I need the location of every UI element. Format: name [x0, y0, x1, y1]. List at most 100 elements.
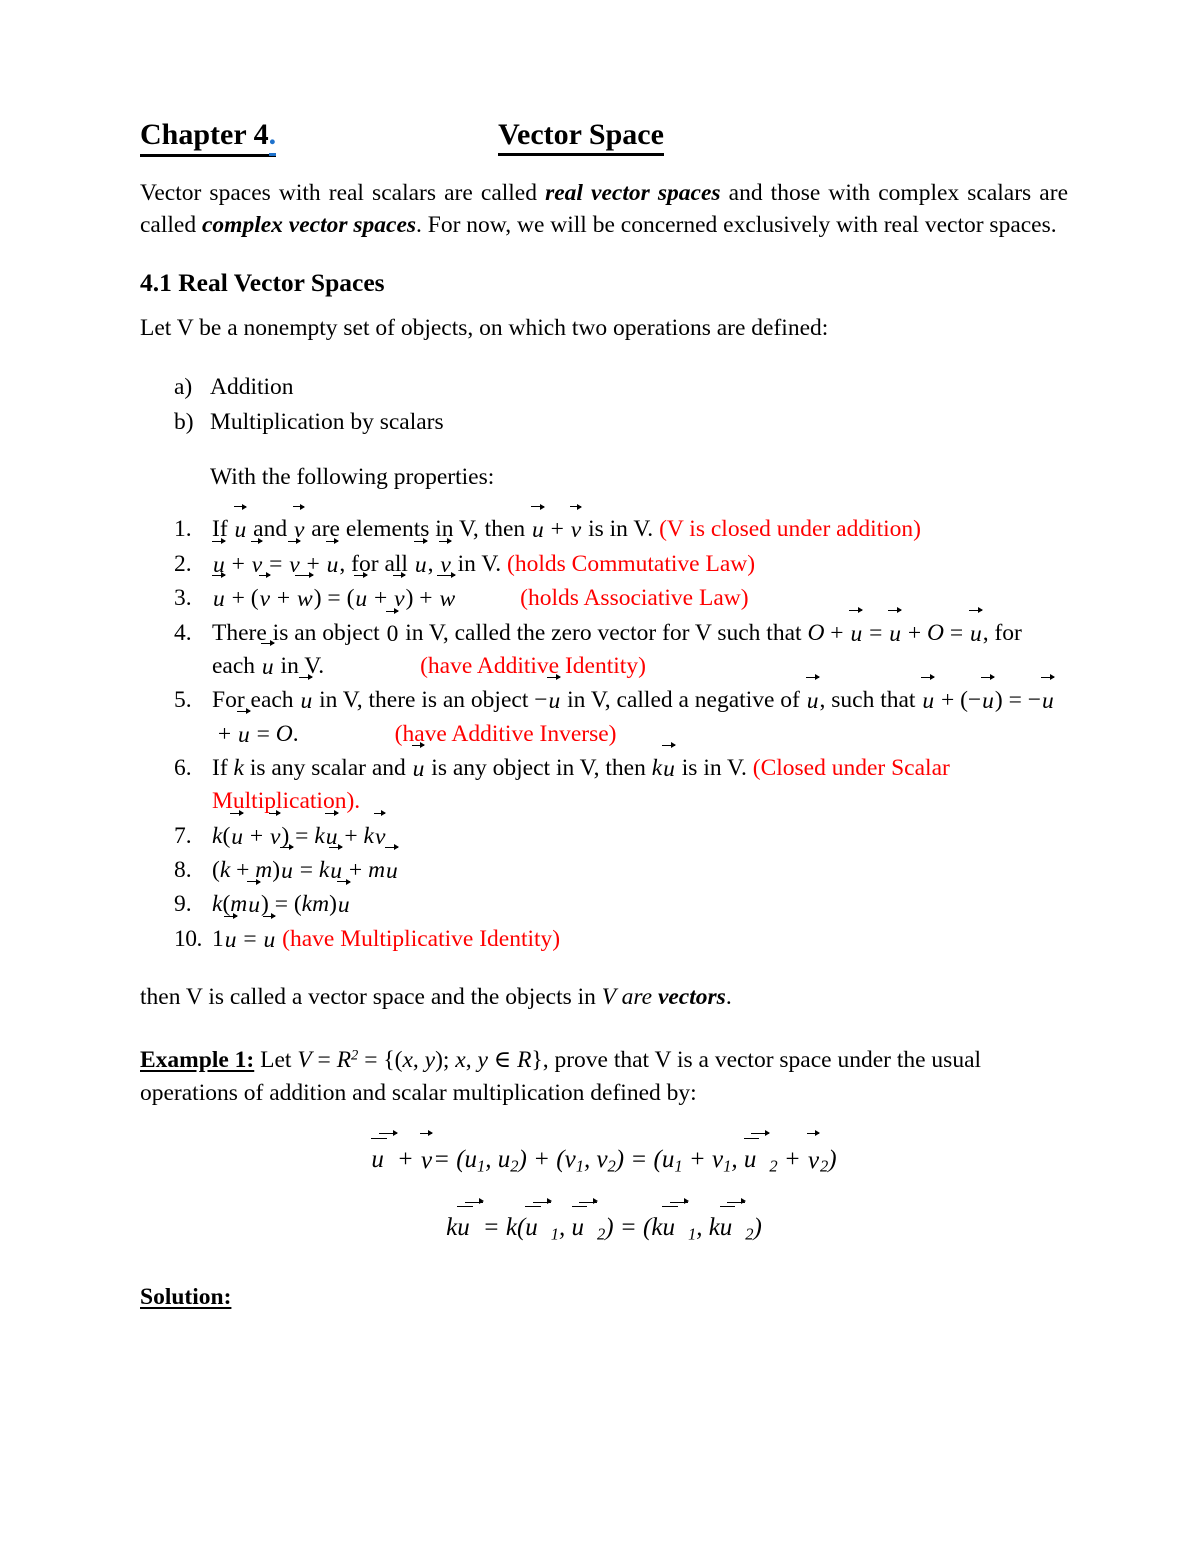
vector-v-glyph: v — [250, 537, 264, 581]
vector-u-glyph: u — [662, 742, 676, 785]
property-item-4: 4. There is an object 0 in V, called the… — [140, 606, 1068, 684]
math-k: k — [505, 1214, 517, 1242]
math-k: k — [651, 754, 663, 781]
vector-v-glyph: v — [269, 809, 282, 853]
operation-label-scalar-mult: Multiplication by scalars — [210, 408, 444, 435]
math-v2: v2 — [596, 1145, 616, 1176]
vector-u-glyph: u — [233, 503, 248, 546]
vector-u-bar-glyph: u — [525, 1198, 552, 1247]
vector-v-glyph: v — [419, 1130, 434, 1179]
equation-scalar-multiplication: ku = k(u 1, u 2) = (ku 1, ku 2) — [140, 1198, 1068, 1247]
property-annotation: (Closed under Scalar Multiplication). — [212, 754, 950, 815]
math-k: k — [651, 1214, 663, 1242]
vector-u-glyph: u — [547, 674, 561, 717]
vector-u-glyph: u — [1041, 674, 1055, 717]
property-body: If u and v are elements in V, then u + v… — [212, 503, 1068, 546]
math-u1: u1 — [661, 1145, 683, 1176]
list-marker: 6. — [174, 754, 192, 781]
property-body: For each u in V, there is an object −u i… — [212, 674, 1068, 751]
closing-emphasis-bold: vectors — [657, 984, 726, 1011]
vector-u-glyph: u — [336, 878, 351, 921]
math-u2: u2 — [497, 1145, 519, 1176]
vector-u-glyph: u — [531, 503, 545, 546]
vector-u-glyph: u — [805, 674, 820, 717]
vector-u-glyph: u — [385, 844, 399, 887]
math-exponent: 2 — [351, 1047, 359, 1064]
property-item-9: 9. k(mu) = (km)u — [140, 878, 1068, 921]
property-annotation: (have Additive Inverse) — [394, 720, 617, 747]
math-m: m — [312, 891, 330, 918]
vector-u-glyph: u — [968, 606, 983, 650]
list-marker: 4. — [174, 619, 192, 646]
property-annotation: (holds Associative Law) — [520, 585, 749, 612]
vector-u-glyph: u — [237, 707, 251, 751]
page-title: Vector Space — [498, 118, 664, 156]
document-header: Chapter 4. Vector Space — [140, 118, 1068, 164]
example-paragraph: Example 1: Let V = R2 = {(x, y); x, y ∈ … — [140, 1047, 982, 1107]
vector-u-glyph: u — [247, 878, 261, 921]
zero-vector-glyph: 0 — [385, 607, 400, 650]
list-item: a) Addition — [140, 370, 1068, 404]
math-k: k — [363, 822, 374, 849]
chapter-title: Chapter 4. — [140, 118, 277, 157]
closing-text-2: . — [725, 984, 732, 1011]
vector-v-glyph: v — [373, 809, 387, 853]
vector-u-bar-glyph: u — [743, 1129, 771, 1179]
vector-u-glyph: u — [921, 674, 935, 717]
math-k: k — [219, 857, 231, 884]
property-item-5: 5. For each u in V, there is an object −… — [140, 674, 1068, 751]
vector-w-glyph: w — [437, 572, 456, 615]
vector-u-glyph: u — [280, 844, 294, 887]
list-marker: 8. — [174, 857, 192, 884]
property-annotation: (holds Commutative Law) — [507, 550, 756, 577]
property-item-3: 3. u + (v + w) = (u + v) + w (holds Assoc… — [140, 572, 1068, 615]
math-u1: u1 — [464, 1145, 486, 1176]
vector-w-glyph: w — [295, 572, 314, 615]
vector-u-bar-glyph: u — [371, 1129, 398, 1179]
vector-u-glyph: u — [413, 537, 428, 581]
equation-addition: u + v= (u1, u2) + (v1, v2) = (u1 + v1, u2… — [140, 1129, 1068, 1179]
math-R: R2 — [336, 1047, 359, 1074]
vector-v-glyph: v — [569, 503, 583, 546]
math-x: x — [455, 1047, 466, 1074]
operations-list: a) Addition b) Multiplication by scalars — [140, 370, 1068, 438]
vector-u-glyph: u — [223, 912, 238, 956]
list-item: b) Multiplication by scalars — [140, 405, 1068, 439]
vector-u-glyph: u — [212, 572, 226, 615]
vector-u-bar-glyph: u — [457, 1198, 484, 1247]
vector-u-glyph: u — [260, 639, 275, 683]
property-body: u + v = v + u, for all u, v in V. (holds… — [212, 537, 1068, 581]
lead-in-paragraph: Let V be a nonempty set of objects, on w… — [140, 314, 829, 341]
property-body: 1u = u (have Multiplicative Identity) — [212, 912, 1068, 956]
vector-u-glyph: u — [354, 572, 368, 615]
property-item-6: 6. If k is any scalar and u is any objec… — [140, 742, 1068, 819]
solution-label: Solution: — [140, 1283, 232, 1310]
list-marker: a) — [174, 374, 193, 401]
property-body: (k + m)u = ku + mu — [212, 844, 1068, 887]
example-text-before: Let — [254, 1047, 298, 1074]
vector-v-glyph: v — [288, 537, 302, 581]
closing-paragraph: then V is called a vector space and the … — [140, 982, 1068, 1014]
vector-v-glyph: v — [806, 1130, 821, 1179]
math-O: O — [807, 619, 825, 646]
vector-u-glyph: u — [849, 606, 863, 650]
math-k: k — [318, 857, 330, 884]
vector-u-glyph: u — [888, 606, 902, 650]
math-v1: v1 — [711, 1145, 732, 1176]
property-body: There is an object 0 in V, called the ze… — [212, 606, 1068, 684]
properties-lead-in: With the following properties: — [210, 463, 495, 490]
math-y: y — [424, 1047, 436, 1074]
intro-paragraph: Vector spaces with real scalars are call… — [140, 178, 1068, 242]
math-k: k — [708, 1214, 720, 1242]
vector-u-glyph: u — [262, 912, 277, 956]
solution-block: Solution: — [140, 1248, 1068, 1311]
list-marker: 5. — [174, 687, 192, 714]
chapter-title-accent-dot: . — [268, 118, 277, 156]
property-body: k(mu) = (km)u — [212, 878, 1068, 921]
property-item-8: 8. (k + m)u = ku + mu — [140, 844, 1068, 887]
list-marker: 3. — [174, 585, 192, 612]
document-page: Chapter 4. Vector Space Vector spaces wi… — [0, 0, 1200, 1553]
math-O: O — [275, 720, 293, 747]
operation-label-addition: Addition — [210, 374, 294, 401]
math-x: x — [402, 1047, 413, 1074]
